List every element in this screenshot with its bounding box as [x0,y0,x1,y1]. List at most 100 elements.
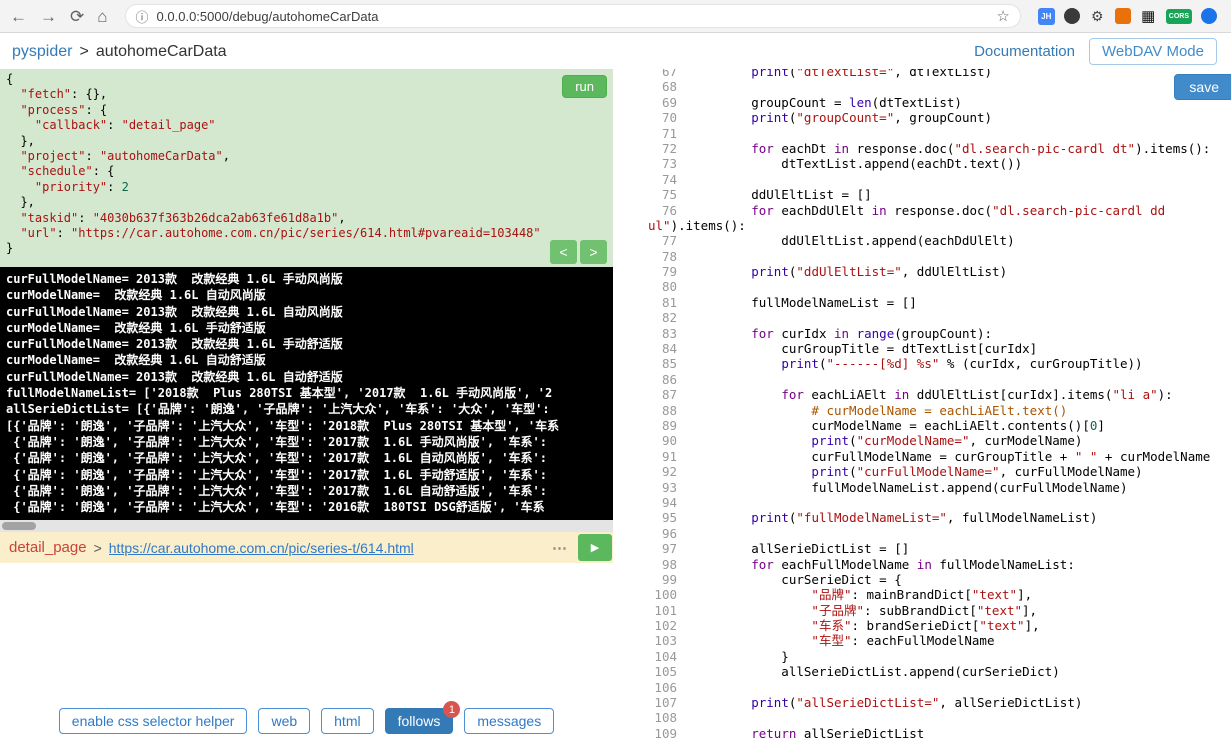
extension-blue-circle-icon[interactable] [1201,8,1217,24]
code-text[interactable]: "子品牌": subBrandDict["text"], [691,603,1037,618]
follow-more-icon[interactable]: ⋯ [543,539,578,557]
code-line[interactable]: 89 curModelName = eachLiAElt.contents()[… [613,418,1231,433]
next-task-button[interactable]: > [580,240,607,264]
code-text[interactable]: dtTextList.append(eachDt.text()) [691,156,1022,171]
code-text[interactable]: for curIdx in range(groupCount): [691,326,992,341]
home-icon[interactable]: ⌂ [97,8,107,25]
documentation-link[interactable]: Documentation [974,43,1075,60]
extension-jh-icon[interactable]: JH [1037,7,1055,25]
code-line[interactable]: 91 curFullModelName = curGroupTitle + " … [613,449,1231,464]
url-text[interactable]: 0.0.0.0:5000/debug/autohomeCarData [157,9,989,24]
code-text[interactable]: print("curFullModelName=", curFullModelN… [691,464,1142,479]
code-line[interactable]: 101 "子品牌": subBrandDict["text"], [613,603,1231,618]
code-line[interactable]: 76 for eachDdUlElt in response.doc("dl.s… [613,203,1231,218]
code-line[interactable]: 103 "车型": eachFullModelName [613,633,1231,648]
task-json-line[interactable]: "process": { [6,103,607,118]
code-line[interactable]: 78 [613,249,1231,264]
code-line[interactable]: 81 fullModelNameList = [] [613,295,1231,310]
pyspider-home-link[interactable]: pyspider [12,43,72,61]
code-line[interactable]: 83 for curIdx in range(groupCount): [613,326,1231,341]
task-json-line[interactable]: "fetch": {}, [6,87,607,102]
code-text[interactable]: curSerieDict = { [691,572,901,587]
code-text[interactable]: "车型": eachFullModelName [691,633,994,648]
task-json-line[interactable]: }, [6,195,607,210]
code-line[interactable]: 105 allSerieDictList.append(curSerieDict… [613,664,1231,679]
webdav-mode-button[interactable]: WebDAV Mode [1089,38,1217,65]
code-line[interactable]: 67 print("dtTextList=", dtTextList) [613,69,1231,79]
task-json-line[interactable]: "schedule": { [6,164,607,179]
code-text[interactable]: print("allSerieDictList=", allSerieDictL… [691,695,1082,710]
code-line[interactable]: 106 [613,680,1231,695]
code-line[interactable]: ul").items(): [613,218,1231,233]
task-json-line[interactable]: "project": "autohomeCarData", [6,149,607,164]
prev-task-button[interactable]: < [550,240,577,264]
reload-icon[interactable]: ⟳ [70,8,84,25]
code-line[interactable]: 104 } [613,649,1231,664]
code-text[interactable]: print("------[%d] %s" % (curIdx, curGrou… [691,356,1142,371]
code-line[interactable]: 71 [613,126,1231,141]
code-line[interactable]: 90 print("curModelName=", curModelName) [613,433,1231,448]
forward-icon[interactable]: → [40,8,57,25]
code-line[interactable]: 94 [613,495,1231,510]
code-line[interactable]: 73 dtTextList.append(eachDt.text()) [613,156,1231,171]
web-tab-button[interactable]: web [258,708,311,734]
task-json-line[interactable]: "taskid": "4030b637f363b26dca2ab63fe61d8… [6,211,607,226]
code-line[interactable]: 98 for eachFullModelName in fullModelNam… [613,557,1231,572]
address-bar[interactable]: ⓘ 0.0.0.0:5000/debug/autohomeCarData ☆ [124,4,1021,28]
code-text[interactable]: # curModelName = eachLiAElt.text() [691,403,1067,418]
code-text[interactable]: print("fullModelNameList=", fullModelNam… [691,510,1097,525]
code-text[interactable]: "车系": brandSerieDict["text"], [691,618,1039,633]
save-button[interactable]: save [1174,74,1231,100]
extension-cors-icon[interactable]: CORS [1165,8,1192,24]
follows-tab-button[interactable]: follows 1 [384,701,461,734]
code-line[interactable]: 80 [613,279,1231,294]
code-text[interactable]: print("dtTextList=", dtTextList) [691,69,992,79]
code-text[interactable]: return allSerieDictList [691,726,924,741]
task-json-line[interactable]: "priority": 2 [6,180,607,195]
code-text[interactable]: print("curModelName=", curModelName) [691,433,1082,448]
follow-run-play-button[interactable]: ▶ [578,534,612,561]
code-line[interactable]: 69 groupCount = len(dtTextList) [613,95,1231,110]
code-line[interactable]: 70 print("groupCount=", groupCount) [613,110,1231,125]
code-text[interactable]: for eachDt in response.doc("dl.search-pi… [691,141,1210,156]
task-json-line[interactable]: }, [6,134,607,149]
html-tab-button[interactable]: html [321,708,374,734]
code-line[interactable]: 93 fullModelNameList.append(curFullModel… [613,480,1231,495]
code-line[interactable]: 109 return allSerieDictList [613,726,1231,741]
code-text[interactable]: groupCount = len(dtTextList) [691,95,962,110]
code-line[interactable]: 95 print("fullModelNameList=", fullModel… [613,510,1231,525]
code-text[interactable]: curModelName = eachLiAElt.contents()[0] [691,418,1105,433]
run-button[interactable]: run [562,75,607,98]
code-line[interactable]: 85 print("------[%d] %s" % (curIdx, curG… [613,356,1231,371]
task-json-line[interactable]: { [6,72,607,87]
code-text[interactable]: for eachFullModelName in fullModelNameLi… [691,557,1075,572]
code-text[interactable]: allSerieDictList = [] [691,541,909,556]
code-line[interactable]: 92 print("curFullModelName=", curFullMod… [613,464,1231,479]
task-json-line[interactable]: "callback": "detail_page" [6,118,607,133]
code-line[interactable]: 100 "品牌": mainBrandDict["text"], [613,587,1231,602]
code-text[interactable]: for eachLiAElt in ddUlEltList[curIdx].it… [691,387,1172,402]
code-line[interactable]: 75 ddUlEltList = [] [613,187,1231,202]
extension-orange-icon[interactable] [1114,8,1131,24]
code-line[interactable]: 107 print("allSerieDictList=", allSerieD… [613,695,1231,710]
messages-tab-button[interactable]: messages [464,708,555,734]
back-icon[interactable]: ← [10,8,27,25]
code-line[interactable]: 84 curGroupTitle = dtTextList[curIdx] [613,341,1231,356]
code-text[interactable]: allSerieDictList.append(curSerieDict) [691,664,1059,679]
code-line[interactable]: 97 allSerieDictList = [] [613,541,1231,556]
site-info-icon[interactable]: ⓘ [136,7,149,26]
code-text[interactable]: print("ddUlEltList=", ddUlEltList) [691,264,1007,279]
code-text[interactable]: ul").items(): [613,218,746,233]
code-text[interactable]: ddUlEltList.append(eachDdUlElt) [691,233,1014,248]
code-line[interactable]: 102 "车系": brandSerieDict["text"], [613,618,1231,633]
code-line[interactable]: 72 for eachDt in response.doc("dl.search… [613,141,1231,156]
follow-url-link[interactable]: https://car.autohome.com.cn/pic/series-t… [109,540,414,556]
console-horizontal-scrollbar[interactable] [0,520,613,532]
code-line[interactable]: 82 [613,310,1231,325]
task-json-line[interactable]: } [6,241,607,256]
code-text[interactable]: fullModelNameList = [] [691,295,917,310]
code-text[interactable]: for eachDdUlElt in response.doc("dl.sear… [691,203,1165,218]
code-line[interactable]: 88 # curModelName = eachLiAElt.text() [613,403,1231,418]
code-text[interactable]: "品牌": mainBrandDict["text"], [691,587,1032,602]
code-line[interactable]: 74 [613,172,1231,187]
